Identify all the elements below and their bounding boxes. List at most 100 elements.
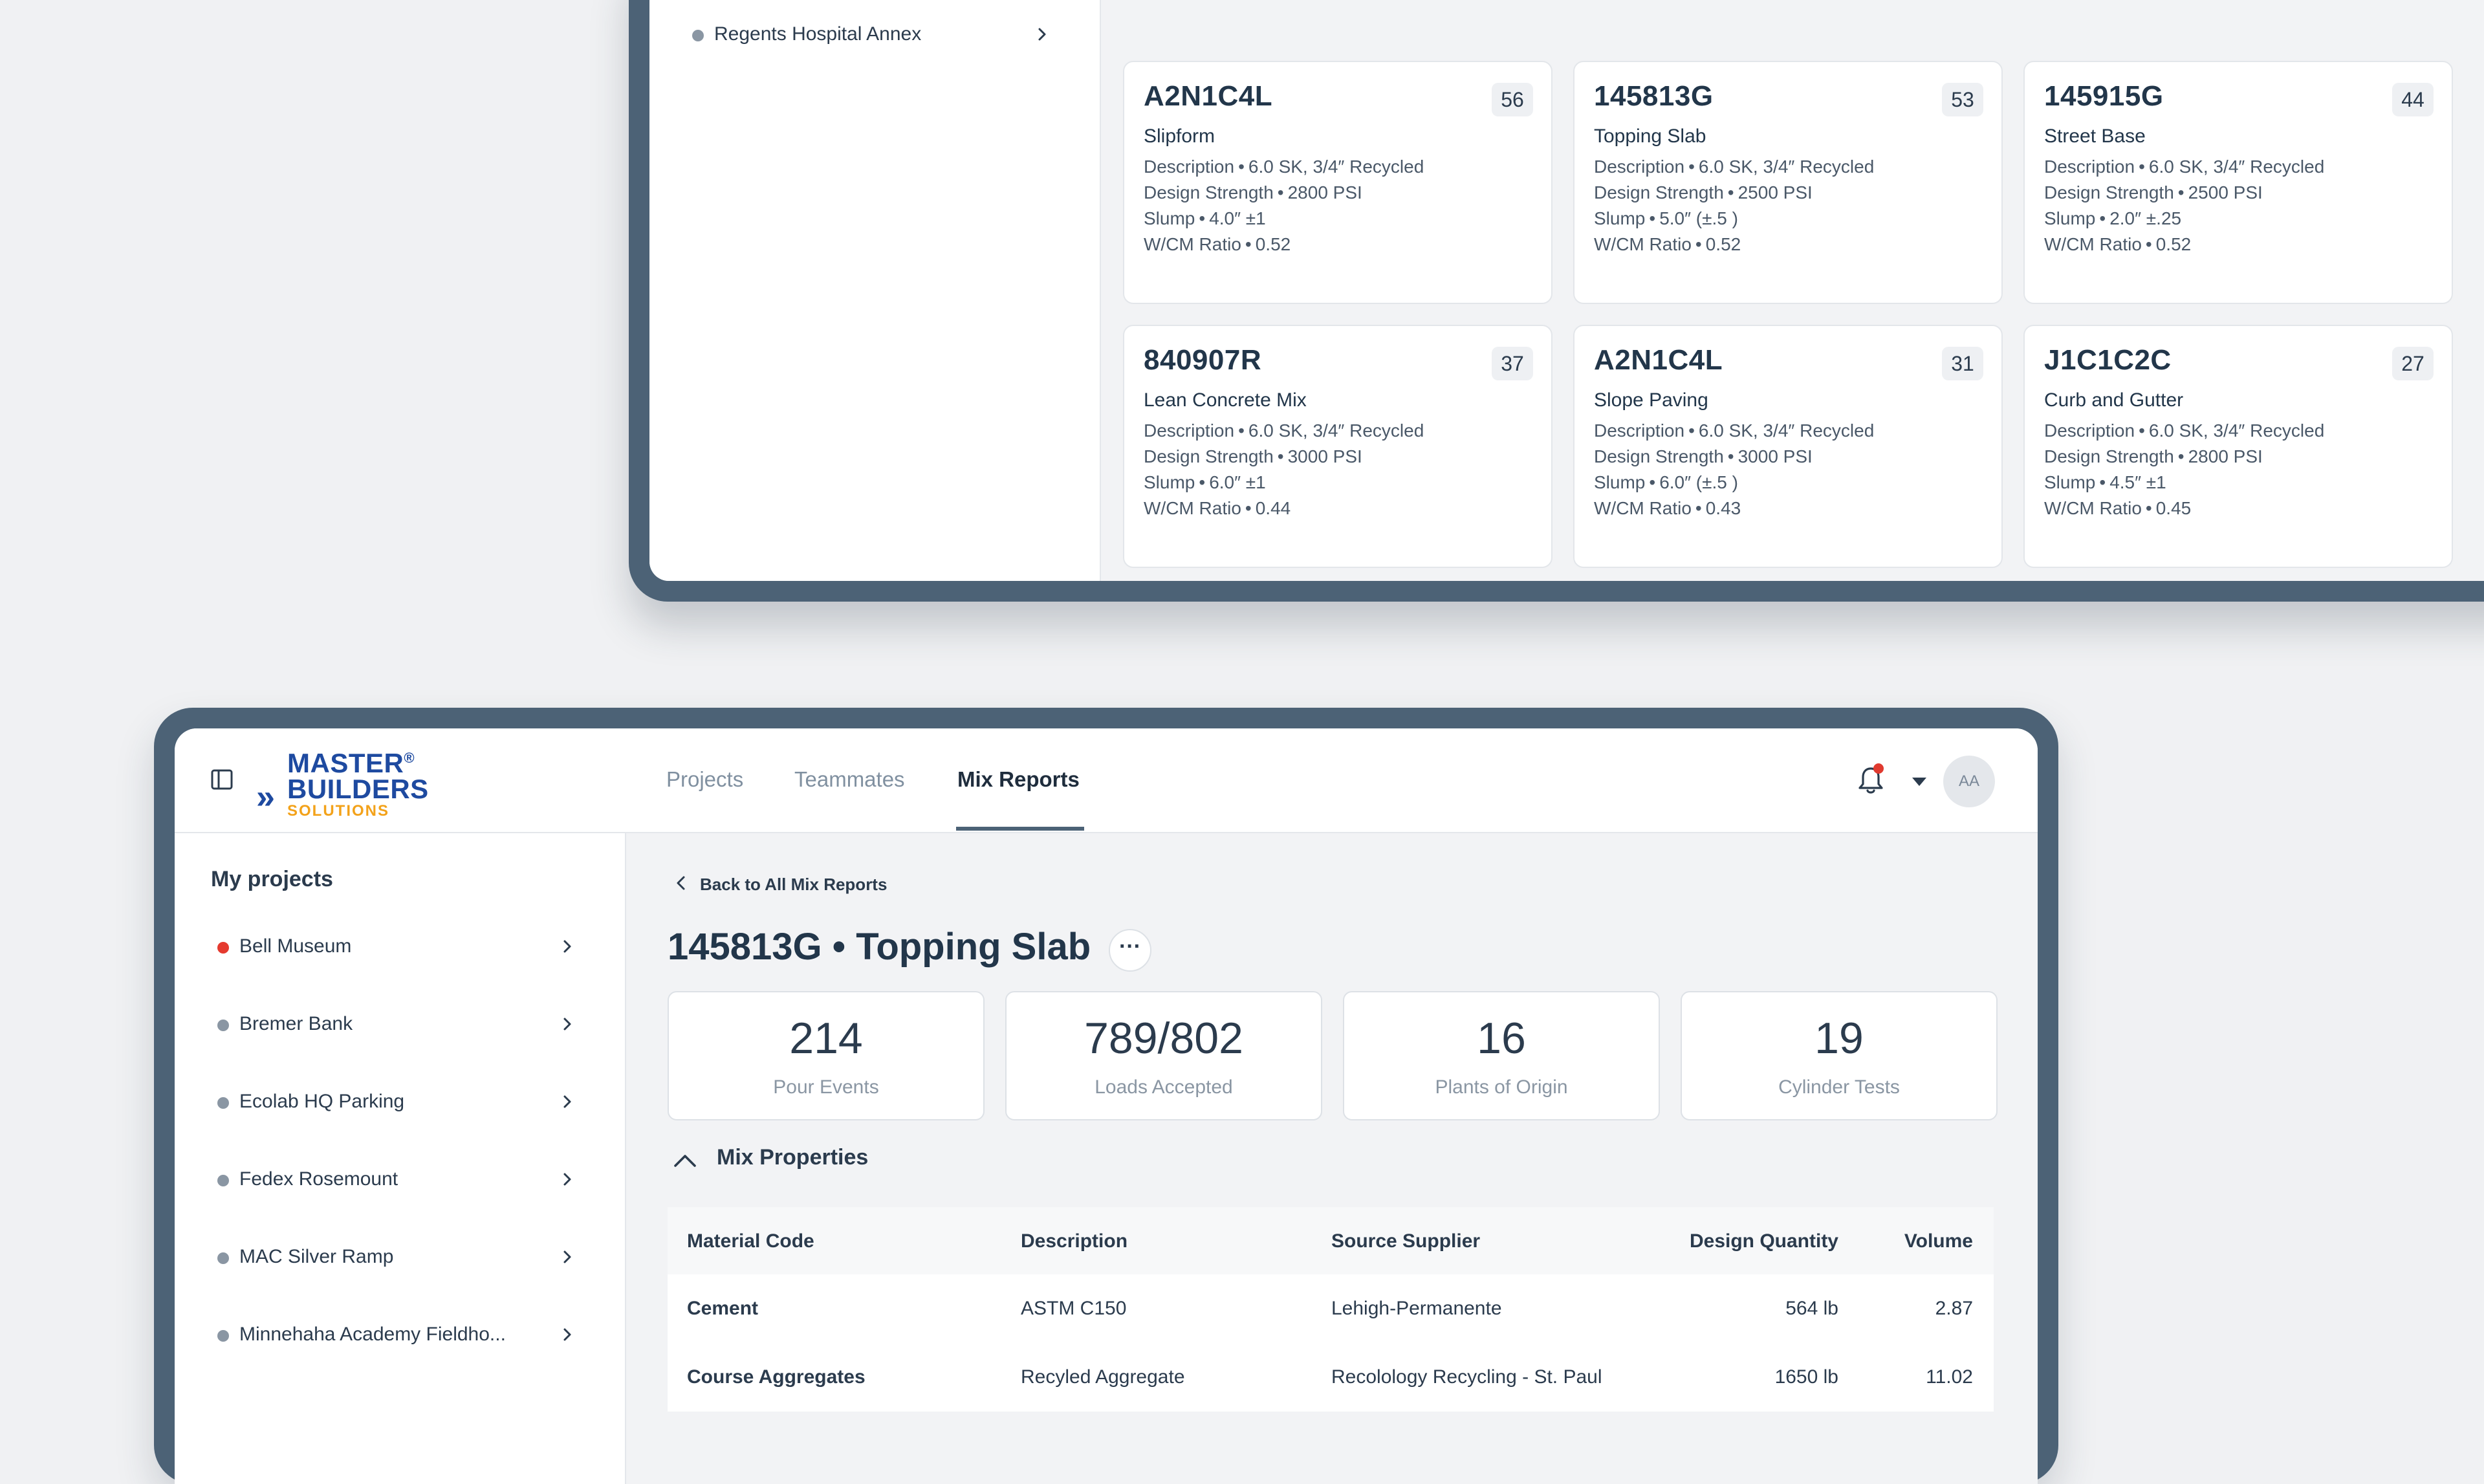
sidebar-item-label: Bell Museum bbox=[239, 935, 352, 957]
stat-value: 789/802 bbox=[1084, 1014, 1243, 1063]
table-cell: 11.02 bbox=[1926, 1366, 1973, 1388]
stat-card-pour-events: 214 Pour Events bbox=[668, 991, 985, 1120]
sidebar-title: My projects bbox=[211, 867, 333, 891]
master-builders-logo[interactable]: » MASTER® BUILDERS SOLUTIONS bbox=[256, 748, 428, 820]
mix-wcm-ratio: W/CM Ratio • 0.52 bbox=[1144, 234, 1291, 254]
mix-count-badge: 56 bbox=[1492, 83, 1533, 116]
mix-wcm-ratio: W/CM Ratio • 0.43 bbox=[1594, 498, 1741, 518]
mix-card[interactable]: A2N1C4L 56 Slipform Description • 6.0 SK, … bbox=[1123, 61, 1552, 304]
table-row[interactable]: Cement ASTM C150 Lehigh-Permanente 564 l… bbox=[668, 1274, 1994, 1343]
sidebar-item-label: Fedex Rosemount bbox=[239, 1168, 398, 1190]
chevron-right-icon bbox=[563, 1173, 571, 1186]
project-status-dot bbox=[217, 942, 229, 954]
mix-card[interactable]: 145915G 44 Street Base Description • 6.0 S… bbox=[2023, 61, 2453, 304]
mix-slump: Slump • 6.0″ ±1 bbox=[1144, 472, 1266, 492]
table-header-row: Material Code Description Source Supplie… bbox=[668, 1207, 1994, 1274]
sidebar-item-label: Minnehaha Academy Fieldho... bbox=[239, 1324, 506, 1345]
chevron-right-icon bbox=[563, 1250, 571, 1263]
background-device-screen: Regents Hospital Annex A2N1C4L 56 Slipfo… bbox=[649, 0, 2484, 581]
stat-card-cylinder-tests: 19 Cylinder Tests bbox=[1681, 991, 1998, 1120]
section-title-mix-properties: Mix Properties bbox=[717, 1145, 869, 1170]
mix-description: Description • 6.0 SK, 3/4″ Recycled bbox=[2044, 420, 2325, 441]
mix-count-badge: 44 bbox=[2392, 83, 2434, 116]
sidebar-item-fedex-rosemount[interactable]: Fedex Rosemount bbox=[175, 1161, 589, 1199]
mix-slump: Slump • 2.0″ ±.25 bbox=[2044, 208, 2182, 228]
mix-description: Description • 6.0 SK, 3/4″ Recycled bbox=[2044, 157, 2325, 177]
column-header[interactable]: Description bbox=[1021, 1230, 1128, 1252]
stat-label: Plants of Origin bbox=[1435, 1076, 1568, 1098]
tab-teammates[interactable]: Teammates bbox=[794, 767, 905, 792]
mix-design-strength: Design Strength • 2800 PSI bbox=[1144, 182, 1362, 202]
mix-code: 840907R bbox=[1144, 344, 1262, 376]
mix-card[interactable]: 145813G 53 Topping Slab Description • 6.0 … bbox=[1573, 61, 2003, 304]
table-cell: Recyled Aggregate bbox=[1021, 1366, 1185, 1388]
mix-wcm-ratio: W/CM Ratio • 0.45 bbox=[2044, 498, 2192, 518]
table-cell: Cement bbox=[687, 1298, 759, 1319]
chevron-up-icon[interactable] bbox=[669, 1148, 701, 1173]
sidebar-item-label: Ecolab HQ Parking bbox=[239, 1091, 405, 1112]
table-cell: 1650 lb bbox=[1774, 1366, 1838, 1388]
mix-name: Lean Concrete Mix bbox=[1144, 389, 1307, 411]
stat-card-plants-of-origin: 16 Plants of Origin bbox=[1343, 991, 1660, 1120]
mix-slump: Slump • 4.5″ ±1 bbox=[2044, 472, 2166, 492]
tab-projects[interactable]: Projects bbox=[666, 767, 743, 792]
sidebar-item-minnehaha-academy[interactable]: Minnehaha Academy Fieldho... bbox=[175, 1316, 589, 1355]
mix-name: Slipform bbox=[1144, 125, 1215, 147]
mix-code: 145915G bbox=[2044, 80, 2164, 112]
mix-description: Description • 6.0 SK, 3/4″ Recycled bbox=[1594, 157, 1875, 177]
column-header[interactable]: Material Code bbox=[687, 1230, 814, 1252]
mix-cards-grid: A2N1C4L 56 Slipform Description • 6.0 SK, … bbox=[649, 0, 2484, 581]
mix-wcm-ratio: W/CM Ratio • 0.44 bbox=[1144, 498, 1291, 518]
mix-count-badge: 27 bbox=[2392, 347, 2434, 380]
mix-code: A2N1C4L bbox=[1594, 344, 1723, 376]
foreground-device-screen: » MASTER® BUILDERS SOLUTIONS Projects Te… bbox=[175, 728, 2038, 1484]
background-device-frame: Regents Hospital Annex A2N1C4L 56 Slipfo… bbox=[629, 0, 2484, 602]
logo-chevrons: » bbox=[256, 778, 275, 816]
column-header[interactable]: Design Quantity bbox=[1690, 1230, 1838, 1252]
mix-name: Slope Paving bbox=[1594, 389, 1708, 411]
stat-label: Loads Accepted bbox=[1095, 1076, 1233, 1098]
mix-slump: Slump • 6.0″ (±.5 ) bbox=[1594, 472, 1738, 492]
mix-slump: Slump • 5.0″ (±.5 ) bbox=[1594, 208, 1738, 228]
mix-slump: Slump • 4.0″ ±1 bbox=[1144, 208, 1266, 228]
sidebar-item-label: MAC Silver Ramp bbox=[239, 1246, 394, 1267]
column-header[interactable]: Volume bbox=[1904, 1230, 1973, 1252]
stat-value: 19 bbox=[1814, 1014, 1864, 1063]
mix-description: Description • 6.0 SK, 3/4″ Recycled bbox=[1594, 420, 1875, 441]
mix-design-strength: Design Strength • 3000 PSI bbox=[1144, 446, 1362, 466]
chevron-left-icon bbox=[677, 876, 685, 890]
sidebar-item-label: Bremer Bank bbox=[239, 1013, 353, 1034]
column-header[interactable]: Source Supplier bbox=[1331, 1230, 1480, 1252]
mix-card[interactable]: J1C1C2C 27 Curb and Gutter Description • 6… bbox=[2023, 325, 2453, 568]
table-cell: 2.87 bbox=[1935, 1298, 1973, 1319]
page-title: 145813G • Topping Slab bbox=[668, 926, 1091, 968]
mix-card[interactable]: A2N1C4L 31 Slope Paving Description • 6.0 … bbox=[1573, 325, 2003, 568]
mix-name: Street Base bbox=[2044, 125, 2146, 147]
sidebar-item-mac-silver-ramp[interactable]: MAC Silver Ramp bbox=[175, 1238, 589, 1277]
caret-down-icon[interactable] bbox=[1912, 778, 1926, 786]
mix-wcm-ratio: W/CM Ratio • 0.52 bbox=[2044, 234, 2192, 254]
mix-design-strength: Design Strength • 2800 PSI bbox=[2044, 446, 2263, 466]
sidebar-toggle-icon[interactable] bbox=[211, 769, 233, 791]
stat-label: Cylinder Tests bbox=[1778, 1076, 1900, 1098]
tab-mix-reports[interactable]: Mix Reports bbox=[957, 767, 1080, 792]
sidebar-item-ecolab-hq-parking[interactable]: Ecolab HQ Parking bbox=[175, 1083, 589, 1122]
sidebar-item-bell-museum[interactable]: Bell Museum bbox=[175, 928, 589, 966]
stat-value: 214 bbox=[789, 1014, 863, 1063]
chevron-right-icon bbox=[563, 1095, 571, 1108]
mix-design-strength: Design Strength • 2500 PSI bbox=[2044, 182, 2263, 202]
projects-sidebar: My projects Bell Museum Bremer Bank Ecol… bbox=[175, 833, 626, 1484]
mix-design-strength: Design Strength • 2500 PSI bbox=[1594, 182, 1813, 202]
project-status-dot bbox=[217, 1097, 229, 1109]
mix-description: Description • 6.0 SK, 3/4″ Recycled bbox=[1144, 157, 1424, 177]
avatar[interactable]: AA bbox=[1943, 756, 1995, 807]
table-row[interactable]: Course Aggregates Recyled Aggregate Reco… bbox=[668, 1343, 1994, 1412]
sidebar-item-bremer-bank[interactable]: Bremer Bank bbox=[175, 1005, 589, 1044]
table-cell: 564 lb bbox=[1785, 1298, 1838, 1319]
mix-design-strength: Design Strength • 3000 PSI bbox=[1594, 446, 1813, 466]
more-options-button[interactable]: ··· bbox=[1109, 929, 1151, 972]
mix-wcm-ratio: W/CM Ratio • 0.52 bbox=[1594, 234, 1741, 254]
project-status-dot bbox=[217, 1020, 229, 1031]
table-cell: Recolology Recycling - St. Paul bbox=[1331, 1366, 1602, 1388]
mix-card[interactable]: 840907R 37 Lean Concrete Mix Description… bbox=[1123, 325, 1552, 568]
